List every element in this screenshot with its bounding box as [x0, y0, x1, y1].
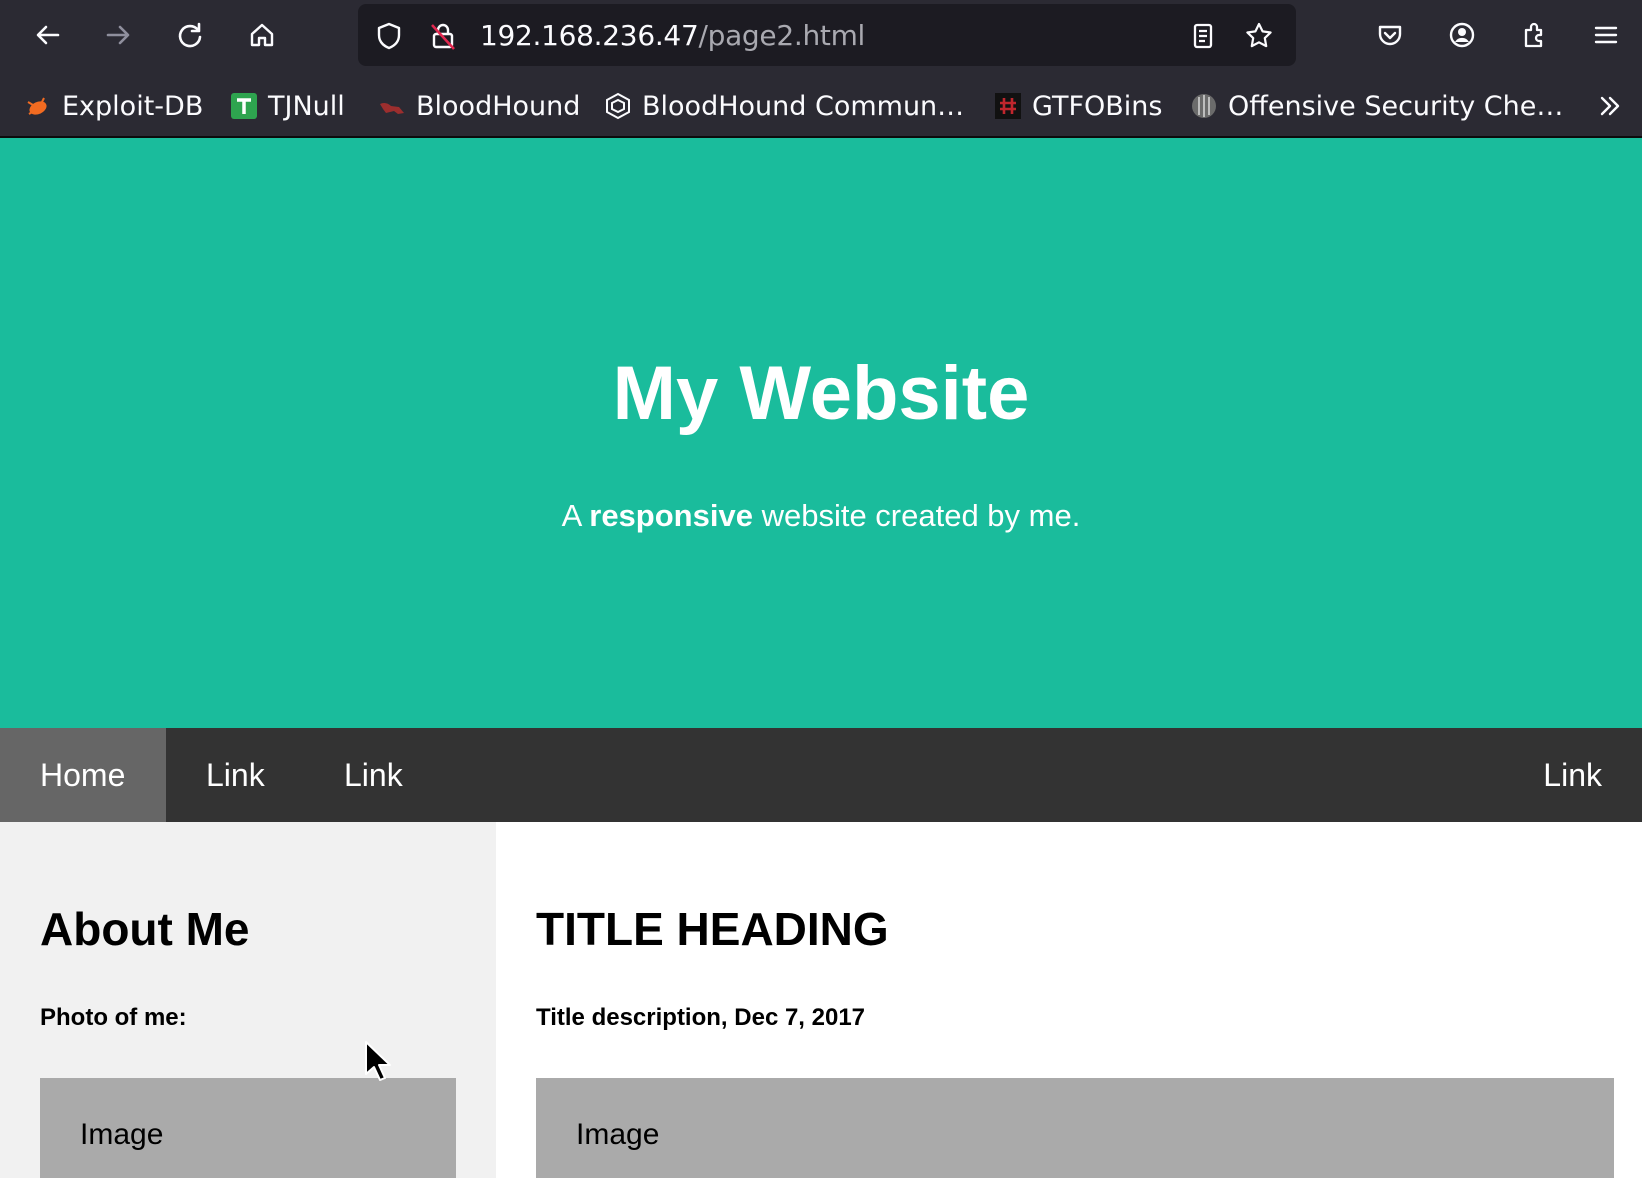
main-column: TITLE HEADING Title description, Dec 7, … [496, 822, 1642, 1178]
url-bar[interactable]: 192.168.236.47/page2.html [358, 4, 1296, 66]
bloodhound-icon [378, 92, 406, 120]
bloodhound-community-icon [604, 92, 632, 120]
exploit-db-bug-icon [24, 92, 52, 120]
article-description: Title description, Dec 7, 2017 [536, 1004, 866, 1031]
site-tagline: A responsive website created by me. [0, 498, 1642, 534]
bookmark-label: BloodHound Commun… [642, 90, 965, 122]
nav-link-home[interactable]: Home [0, 728, 166, 822]
bookmark-label: Exploit-DB [62, 90, 204, 122]
menu-button[interactable] [1584, 13, 1628, 57]
bookmarks-toolbar: Exploit-DB TJNull BloodHound BloodHound … [0, 82, 1642, 130]
url-text[interactable]: 192.168.236.47/page2.html [480, 19, 865, 52]
pocket-icon [1378, 25, 1402, 46]
bookmark-label: BloodHound [416, 90, 581, 122]
bookmark-exploit-db[interactable]: Exploit-DB [24, 86, 203, 126]
bookmarks-overflow-button[interactable] [1596, 86, 1624, 126]
about-me-heading: About Me [40, 903, 250, 955]
photo-caption: Photo of me: [40, 1004, 187, 1031]
nav-link-right[interactable]: Link [1503, 728, 1642, 822]
site-title: My Website [612, 351, 1030, 436]
bookmark-gtfobins[interactable]: GTFOBins [994, 86, 1162, 126]
back-button[interactable] [26, 13, 70, 57]
account-icon [1449, 22, 1475, 48]
home-icon [250, 23, 274, 47]
bookmark-bloodhound-community[interactable]: BloodHound Commun… [604, 86, 964, 126]
browser-chrome: 192.168.236.47/page2.html Exploit-DB TJN… [0, 0, 1642, 138]
bookmark-bloodhound[interactable]: BloodHound [378, 86, 580, 126]
page-header: My Website A responsive website created … [0, 138, 1642, 728]
forward-arrow-icon [106, 25, 130, 45]
reader-view-icon[interactable] [1188, 21, 1218, 51]
puzzle-piece-icon [1524, 22, 1543, 48]
reload-button[interactable] [168, 13, 212, 57]
offsec-cheatsheet-icon [1190, 92, 1218, 120]
back-arrow-icon [36, 25, 60, 45]
bookmark-label: TJNull [268, 90, 345, 122]
shield-icon[interactable] [374, 21, 404, 51]
tagline-bold: responsive [589, 498, 753, 533]
bookmark-offsec-cheatsheet[interactable]: Offensive Security Che… [1190, 86, 1563, 126]
tagline-suffix: website created by me. [761, 498, 1081, 533]
navigation-toolbar: 192.168.236.47/page2.html [0, 0, 1642, 72]
article-image-placeholder: Image [536, 1078, 1614, 1178]
bookmark-star-icon[interactable] [1244, 21, 1274, 51]
pocket-button[interactable] [1368, 13, 1412, 57]
tagline-prefix: A [561, 498, 581, 533]
account-button[interactable] [1440, 13, 1484, 57]
mouse-cursor-icon [365, 1041, 391, 1081]
double-chevron-right-icon [1596, 92, 1624, 120]
sidebar-column: About Me Photo of me: Image [0, 822, 496, 1178]
image-placeholder-label: Image [576, 1118, 660, 1151]
url-host: 192.168.236.47 [480, 19, 699, 52]
reload-icon [178, 22, 202, 48]
nav-link-2[interactable]: Link [304, 728, 443, 822]
gtfobins-icon [994, 92, 1022, 120]
home-button[interactable] [240, 13, 284, 57]
insecure-lock-icon[interactable] [428, 21, 458, 51]
hamburger-menu-icon [1594, 26, 1618, 44]
tjnull-icon [230, 92, 258, 120]
forward-button[interactable] [96, 13, 140, 57]
site-navbar: Home Link Link Link [0, 728, 1642, 822]
bookmark-tjnull[interactable]: TJNull [230, 86, 345, 126]
extensions-button[interactable] [1512, 13, 1556, 57]
article-title: TITLE HEADING [536, 903, 889, 955]
profile-image-placeholder: Image [40, 1078, 456, 1178]
url-path: /page2.html [698, 19, 866, 52]
bookmark-label: Offensive Security Che… [1228, 90, 1564, 122]
image-placeholder-label: Image [80, 1118, 164, 1151]
nav-link-1[interactable]: Link [166, 728, 305, 822]
bookmark-label: GTFOBins [1032, 90, 1163, 122]
